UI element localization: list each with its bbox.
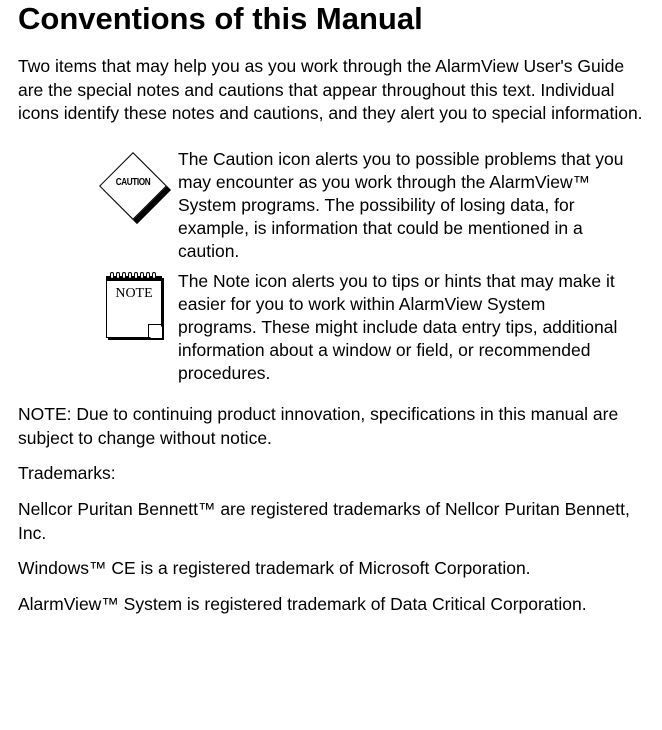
trademark-nellcor: Nellcor Puritan Bennett™ are registered …	[18, 498, 644, 545]
intro-paragraph: Two items that may help you as you work …	[18, 55, 644, 126]
caution-icon: CAUTION	[101, 148, 165, 224]
trademarks-heading: Trademarks:	[18, 462, 644, 486]
note-section: NOTE The Note icon alerts you to tips or…	[18, 270, 644, 385]
caution-icon-col: CAUTION	[18, 148, 178, 224]
trademark-alarmview: AlarmView™ System is registered trademar…	[18, 593, 644, 617]
trademark-windows: Windows™ CE is a registered trademark of…	[18, 557, 644, 581]
note-icon: NOTE	[102, 270, 164, 342]
note-icon-label: NOTE	[108, 286, 160, 302]
caution-icon-label: CAUTION	[111, 177, 155, 188]
note-description: The Note icon alerts you to tips or hint…	[178, 270, 644, 385]
note-disclaimer: NOTE: Due to continuing product innovati…	[18, 403, 644, 450]
caution-section: CAUTION The Caution icon alerts you to p…	[18, 148, 644, 263]
note-icon-col: NOTE	[18, 270, 178, 342]
page-title: Conventions of this Manual	[18, 0, 644, 37]
caution-description: The Caution icon alerts you to possible …	[178, 148, 644, 263]
